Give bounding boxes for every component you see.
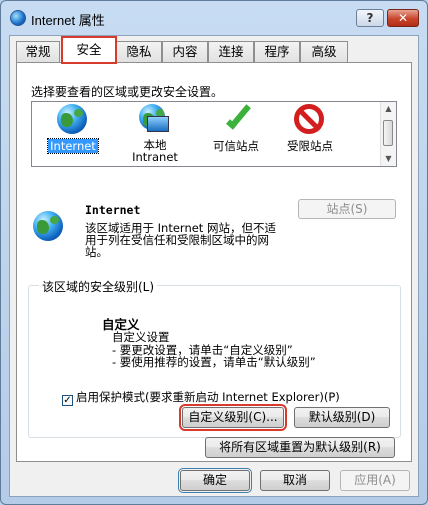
sites-button[interactable]: 站点(S) [298, 199, 396, 219]
protected-mode-checkbox[interactable]: ✓ [62, 395, 73, 406]
zone-local-intranet[interactable]: 本地 Intranet [120, 104, 190, 163]
scroll-up-arrow-icon[interactable]: ▲ [381, 102, 396, 116]
zones-scrollbar[interactable]: ▲ ▼ [380, 102, 396, 166]
default-level-button[interactable]: 默认级别(D) [294, 407, 390, 428]
protected-mode-row[interactable]: ✓ 启用保护模式(要求重新启动 Internet Explorer)(P) [62, 389, 340, 406]
tab-advanced[interactable]: 高级 [300, 41, 348, 62]
scroll-thumb[interactable] [383, 120, 393, 146]
reset-all-zones-button[interactable]: 将所有区域重置为默认级别(R) [205, 437, 395, 458]
title-bar[interactable]: Internet 属性 ? ✕ [1, 1, 427, 33]
zone-instruction: 选择要查看的区域或更改安全设置。 [31, 85, 224, 99]
window-title: Internet 属性 [31, 13, 105, 28]
zone-label-line2: Intranet [132, 150, 178, 164]
zone-internet[interactable]: Internet [38, 104, 108, 154]
internet-explorer-icon [10, 10, 26, 26]
tab-privacy[interactable]: 隐私 [116, 41, 162, 62]
zone-label: 可信站点 [213, 139, 259, 153]
tab-content[interactable]: 内容 [162, 41, 208, 62]
checkmark-icon [220, 102, 252, 136]
tab-connections[interactable]: 连接 [208, 41, 254, 62]
security-level-description: 自定义设置 - 要更改设置，请单击“自定义级别” - 要使用推荐的设置，请单击“… [112, 331, 316, 369]
protected-mode-label: 启用保护模式(要求重新启动 Internet Explorer)(P) [76, 390, 340, 404]
zone-label: 受限站点 [287, 139, 333, 153]
zone-name: Internet [85, 203, 141, 217]
internet-properties-window: Internet 属性 ? ✕ 常规 安全 隐私 内容 连接 程序 高级 选择要… [0, 0, 428, 505]
security-level-group-title: 该区域的安全级别(L) [39, 278, 158, 295]
help-button[interactable]: ? [356, 9, 384, 27]
security-tab-panel: 选择要查看的区域或更改安全设置。 Internet 本地 Intranet 可信… [16, 62, 412, 462]
no-entry-icon [294, 104, 326, 136]
level-line: 自定义设置 [112, 330, 170, 344]
zone-description: 该区域适用于 Internet 网站，但不适用于列在受信任和受限制区域中的网站。 [85, 221, 276, 259]
apply-button[interactable]: 应用(A) [340, 470, 410, 491]
local-intranet-icon [139, 104, 171, 136]
zone-globe-icon [33, 211, 63, 241]
globe-icon [57, 104, 89, 136]
tab-general[interactable]: 常规 [16, 41, 60, 62]
dialog-body: 常规 安全 隐私 内容 连接 程序 高级 选择要查看的区域或更改安全设置。 In… [9, 35, 419, 497]
scroll-down-arrow-icon[interactable]: ▼ [381, 152, 396, 166]
zone-restricted-sites[interactable]: 受限站点 [275, 104, 345, 153]
zones-list[interactable]: Internet 本地 Intranet 可信站点 受限站点 ▲ ▼ [31, 101, 397, 167]
level-line: - 要使用推荐的设置，请单击“默认级别” [112, 355, 316, 369]
custom-level-button[interactable]: 自定义级别(C)... [179, 404, 287, 431]
cancel-button[interactable]: 取消 [260, 470, 330, 491]
ok-button[interactable]: 确定 [178, 468, 252, 493]
zone-label: Internet [47, 138, 99, 154]
zone-trusted-sites[interactable]: 可信站点 [201, 102, 271, 153]
tab-programs[interactable]: 程序 [254, 41, 300, 62]
tab-security[interactable]: 安全 [61, 36, 117, 64]
close-button[interactable]: ✕ [387, 9, 419, 27]
